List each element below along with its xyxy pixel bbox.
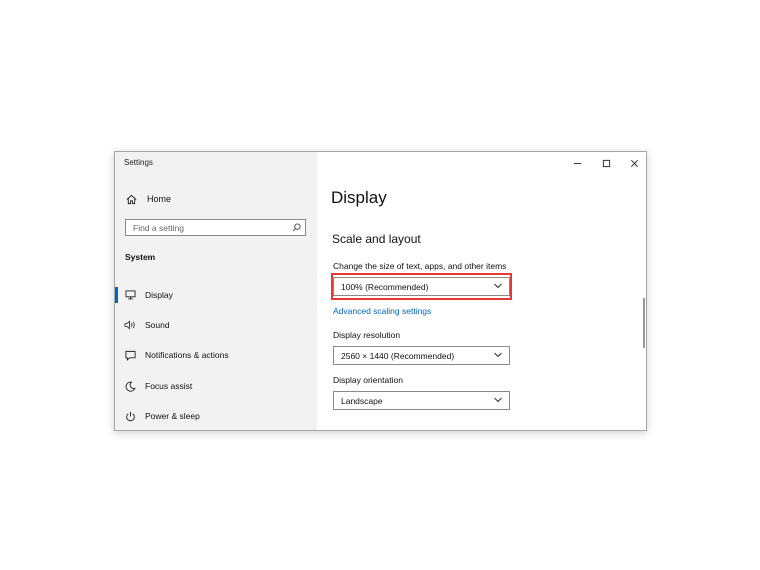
- scale-dropdown[interactable]: 100% (Recommended): [333, 277, 510, 296]
- sidebar-item-label: Focus assist: [145, 381, 193, 391]
- sidebar-item-display[interactable]: Display: [115, 282, 317, 308]
- search-input[interactable]: [133, 222, 283, 233]
- close-icon: [630, 159, 638, 167]
- maximize-icon: [602, 159, 610, 167]
- resolution-label: Display resolution: [333, 330, 401, 340]
- main-content: Display Scale and layout Change the size…: [317, 152, 646, 430]
- orientation-dropdown[interactable]: Landscape: [333, 391, 510, 410]
- page-title: Display: [331, 188, 387, 207]
- moon-icon: [124, 380, 136, 392]
- sidebar-item-label: Display: [145, 290, 173, 300]
- sidebar-item-label: Notifications & actions: [145, 350, 229, 360]
- minimize-icon: [573, 162, 581, 164]
- maximize-button[interactable]: [594, 156, 618, 170]
- resolution-dropdown[interactable]: 2560 × 1440 (Recommended): [333, 346, 510, 365]
- monitor-icon: [124, 289, 136, 301]
- sidebar: Settings Home System: [115, 152, 317, 430]
- chevron-down-icon: [494, 397, 502, 403]
- section-title: Scale and layout: [332, 232, 421, 246]
- minimize-button[interactable]: [565, 156, 589, 170]
- scale-label: Change the size of text, apps, and other…: [333, 261, 507, 271]
- orientation-value: Landscape: [341, 395, 383, 406]
- chevron-down-icon: [494, 283, 502, 289]
- settings-window: Settings Home System: [114, 151, 647, 431]
- close-button[interactable]: [622, 156, 646, 170]
- scrollbar[interactable]: [643, 298, 645, 348]
- home-icon: [126, 194, 137, 204]
- notification-icon: [124, 349, 136, 361]
- power-icon: [124, 410, 136, 422]
- window-title: Settings: [124, 158, 153, 167]
- sidebar-item-notifications[interactable]: Notifications & actions: [115, 342, 317, 368]
- orientation-label: Display orientation: [333, 375, 403, 385]
- speaker-icon: [124, 319, 136, 331]
- resolution-value: 2560 × 1440 (Recommended): [341, 350, 455, 361]
- section-label-system: System: [125, 252, 156, 262]
- advanced-scaling-link[interactable]: Advanced scaling settings: [333, 306, 431, 316]
- sidebar-item-power-sleep[interactable]: Power & sleep: [115, 403, 317, 429]
- home-nav[interactable]: Home: [126, 192, 171, 206]
- active-indicator: [115, 287, 118, 303]
- search-box[interactable]: [125, 219, 306, 236]
- search-icon[interactable]: [292, 223, 301, 232]
- sidebar-item-label: Sound: [145, 320, 170, 330]
- scale-value: 100% (Recommended): [341, 281, 429, 292]
- sidebar-item-focus-assist[interactable]: Focus assist: [115, 373, 317, 399]
- home-label: Home: [147, 194, 172, 204]
- chevron-down-icon: [494, 352, 502, 358]
- sidebar-item-label: Power & sleep: [145, 411, 200, 421]
- sidebar-item-sound[interactable]: Sound: [115, 312, 317, 338]
